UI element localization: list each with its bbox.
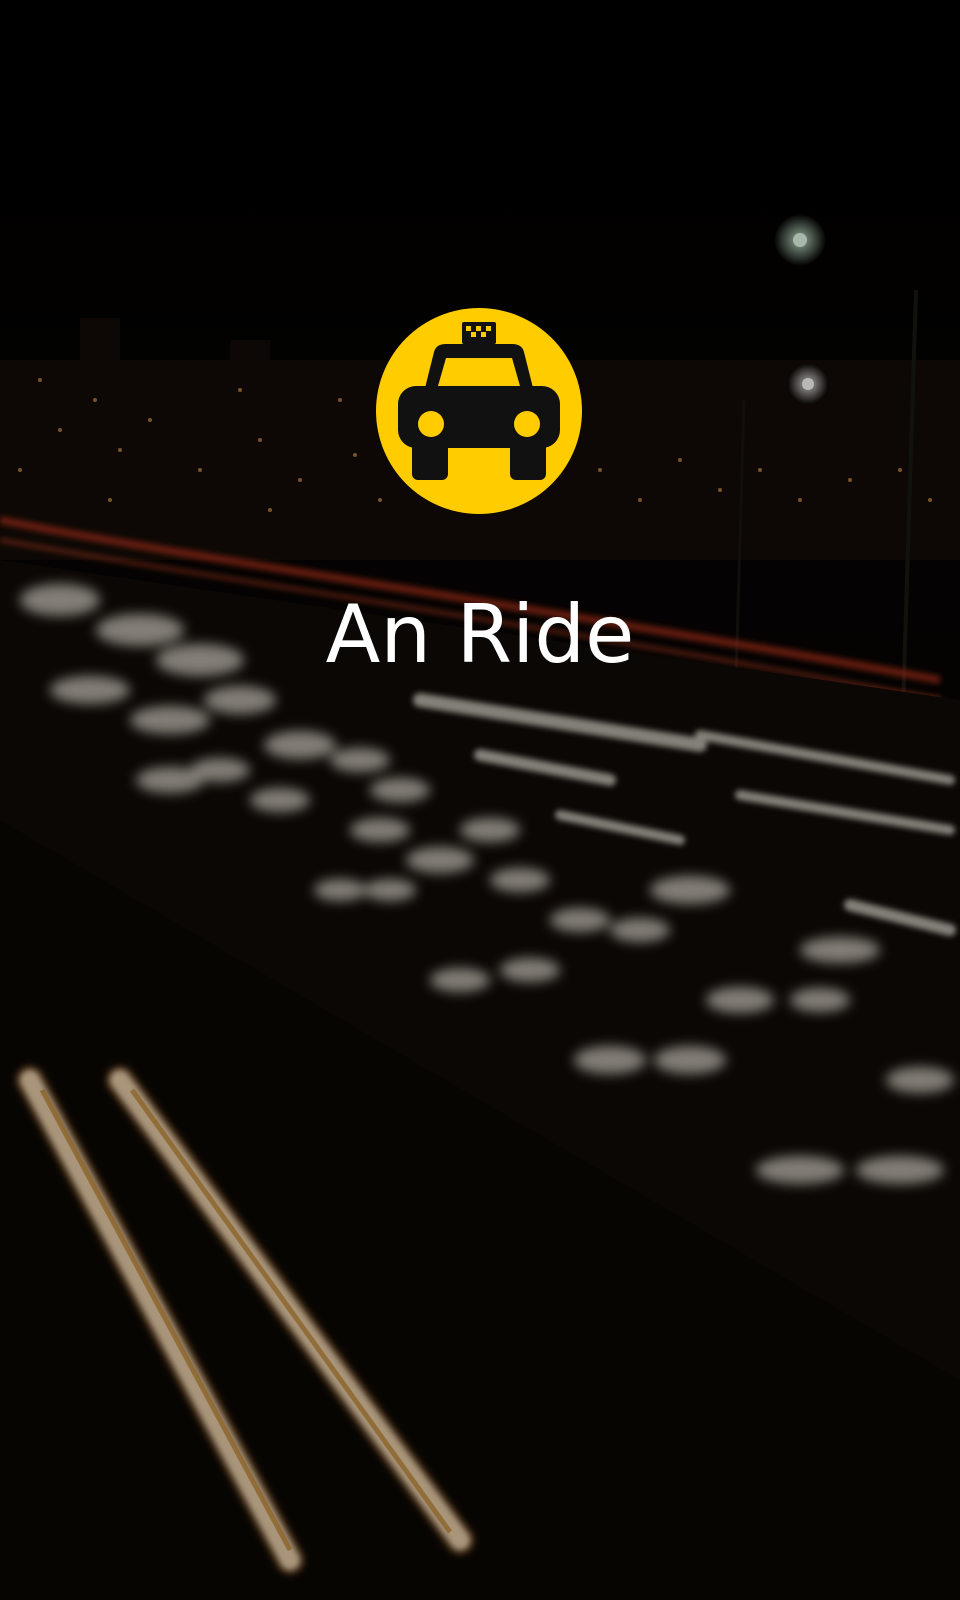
night-traffic-background (0, 0, 960, 1600)
taxi-icon (376, 308, 582, 514)
app-title: An Ride (325, 588, 635, 681)
splash-screen: An Ride (0, 0, 960, 1600)
